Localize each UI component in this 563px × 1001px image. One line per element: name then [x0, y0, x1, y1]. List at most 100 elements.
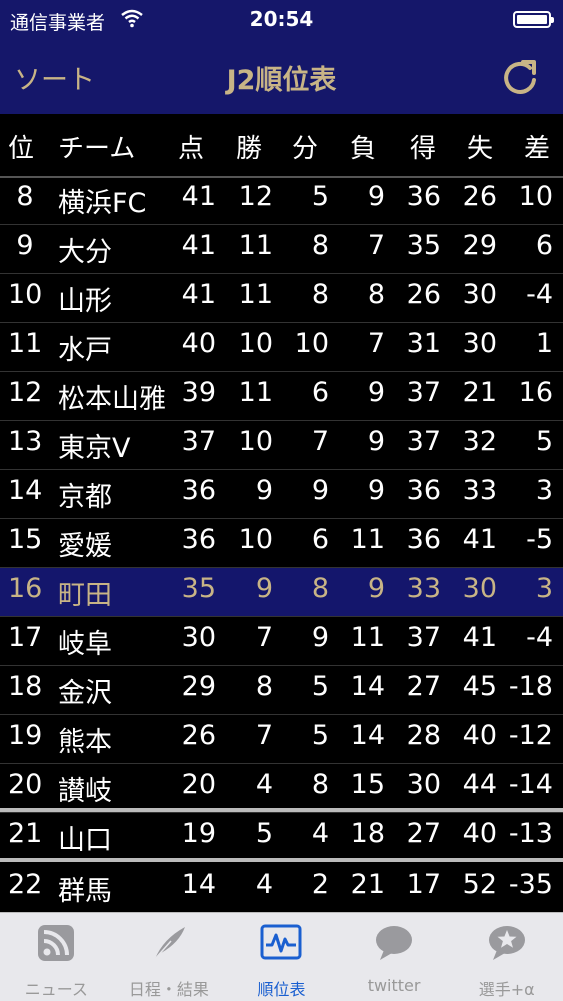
row-losses: 9	[367, 181, 385, 212]
row-wins: 10	[238, 426, 273, 457]
table-row[interactable]: 13 東京V 37 10 7 9 37 32 5	[0, 421, 563, 470]
table-row[interactable]: 10 山形 41 11 8 8 26 30 -4	[0, 274, 563, 323]
row-draws: 9	[311, 475, 329, 506]
row-goals-against: 33	[462, 475, 497, 506]
row-goals-for: 36	[406, 181, 441, 212]
tab-schedule-results[interactable]: 日程・結果	[113, 913, 226, 1001]
tab-bar: ニュース 日程・結果 順位表 twitter 選手+α	[0, 912, 563, 1001]
row-points: 39	[181, 377, 216, 408]
row-goals-against: 30	[462, 328, 497, 359]
row-draws: 7	[311, 426, 329, 457]
row-goals-against: 44	[462, 769, 497, 800]
row-team: 松本山雅	[58, 384, 166, 415]
row-losses: 9	[367, 475, 385, 506]
row-position: 8	[16, 181, 34, 212]
row-team: 京都	[58, 482, 112, 513]
row-wins: 9	[255, 573, 273, 604]
row-goal-difference: -5	[526, 524, 553, 555]
row-goals-against: 26	[462, 181, 497, 212]
standings-header: 位 チーム 点 勝 分 負 得 失 差	[0, 114, 563, 178]
tab-news[interactable]: ニュース	[0, 913, 113, 1001]
row-goal-difference: 1	[535, 328, 553, 359]
row-wins: 11	[238, 377, 273, 408]
table-row[interactable]: 12 松本山雅 39 11 6 9 37 21 16	[0, 372, 563, 421]
row-goals-for: 30	[406, 769, 441, 800]
row-position: 13	[8, 426, 43, 457]
tab-standings[interactable]: 順位表	[225, 913, 338, 1001]
table-row[interactable]: 15 愛媛 36 10 6 11 36 41 -5	[0, 519, 563, 568]
row-goals-against: 30	[462, 279, 497, 310]
row-losses: 11	[350, 524, 385, 555]
row-goal-difference: 3	[535, 573, 553, 604]
table-row[interactable]: 18 金沢 29 8 5 14 27 45 -18	[0, 666, 563, 715]
row-losses: 9	[367, 426, 385, 457]
row-losses: 7	[367, 328, 385, 359]
row-goals-for: 27	[406, 818, 441, 849]
header-losses: 負	[350, 134, 377, 164]
row-goals-against: 21	[462, 377, 497, 408]
table-row[interactable]: 11 水戸 40 10 10 7 31 30 1	[0, 323, 563, 372]
tab-label: ニュース	[24, 980, 88, 999]
row-team: 山形	[58, 286, 112, 317]
relegation-divider	[0, 808, 563, 812]
row-losses: 14	[350, 720, 385, 751]
row-team: 群馬	[58, 876, 112, 907]
table-row[interactable]: 21 山口 19 5 4 18 27 40 -13	[0, 813, 563, 862]
row-losses: 14	[350, 671, 385, 702]
row-wins: 5	[255, 818, 273, 849]
table-row[interactable]: 8 横浜FC 41 12 5 9 36 26 10	[0, 176, 563, 225]
speech-bubble-icon	[374, 923, 414, 967]
row-goal-difference: 16	[518, 377, 553, 408]
row-wins: 4	[255, 869, 273, 900]
row-draws: 2	[311, 869, 329, 900]
row-team: 金沢	[58, 678, 112, 709]
header-goal-difference: 差	[524, 134, 551, 164]
row-position: 12	[8, 377, 43, 408]
row-draws: 5	[311, 671, 329, 702]
clock-time: 20:54	[249, 7, 314, 31]
row-goals-against: 32	[462, 426, 497, 457]
row-goals-against: 41	[462, 622, 497, 653]
row-team: 山口	[58, 825, 112, 856]
rss-icon	[36, 923, 76, 967]
row-position: 9	[16, 230, 34, 261]
table-row[interactable]: 20 讃岐 20 4 8 15 30 44 -14	[0, 764, 563, 813]
row-losses: 9	[367, 377, 385, 408]
row-draws: 5	[311, 720, 329, 751]
row-goals-for: 28	[406, 720, 441, 751]
row-goal-difference: 10	[518, 181, 553, 212]
row-points: 35	[181, 573, 216, 604]
row-points: 40	[181, 328, 216, 359]
row-draws: 6	[311, 524, 329, 555]
row-wins: 8	[255, 671, 273, 702]
table-row[interactable]: 14 京都 36 9 9 9 36 33 3	[0, 470, 563, 519]
tab-players[interactable]: 選手+α	[450, 913, 563, 1001]
header-draws: 分	[292, 134, 319, 164]
row-team: 讃岐	[58, 776, 112, 807]
row-losses: 18	[350, 818, 385, 849]
row-goal-difference: -4	[526, 279, 553, 310]
row-goals-for: 31	[406, 328, 441, 359]
refresh-icon[interactable]	[501, 54, 541, 98]
row-draws: 10	[294, 328, 329, 359]
table-row[interactable]: 19 熊本 26 7 5 14 28 40 -12	[0, 715, 563, 764]
row-points: 30	[181, 622, 216, 653]
table-row[interactable]: 9 大分 41 11 8 7 35 29 6	[0, 225, 563, 274]
row-goal-difference: -18	[508, 671, 553, 702]
row-points: 41	[181, 279, 216, 310]
table-row-highlighted[interactable]: 16 町田 35 9 8 9 33 30 3	[0, 568, 563, 617]
page-title: J2順位表	[226, 65, 337, 96]
tab-twitter[interactable]: twitter	[338, 913, 451, 1001]
row-goals-for: 37	[406, 622, 441, 653]
row-points: 29	[181, 671, 216, 702]
header-team: チーム	[58, 134, 136, 164]
feather-icon	[149, 923, 189, 967]
table-row[interactable]: 22 群馬 14 4 2 21 17 52 -35	[0, 864, 563, 913]
row-points: 36	[181, 524, 216, 555]
row-goal-difference: -14	[508, 769, 553, 800]
row-goals-for: 37	[406, 377, 441, 408]
row-goals-for: 17	[406, 869, 441, 900]
relegation-divider	[0, 858, 563, 862]
row-team: 岐阜	[58, 629, 112, 660]
table-row[interactable]: 17 岐阜 30 7 9 11 37 41 -4	[0, 617, 563, 666]
